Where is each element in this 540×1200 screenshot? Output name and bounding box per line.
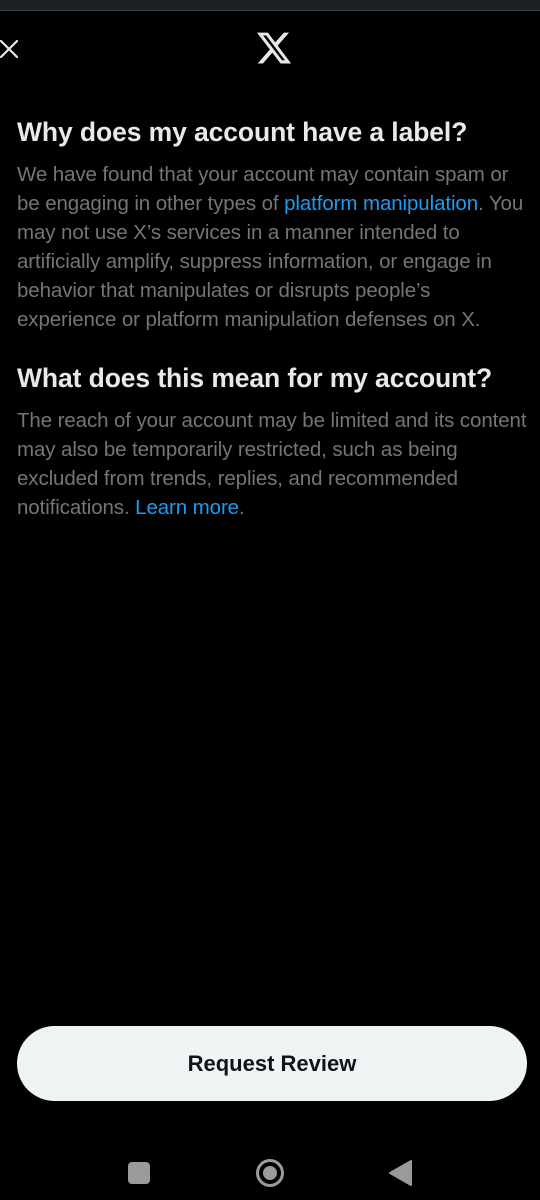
label-explanation: Why does my account have a label? We hav… <box>17 114 529 522</box>
section-heading-meaning: What does this mean for my account? <box>17 363 493 393</box>
platform-manipulation-link[interactable]: platform manipulation <box>284 192 478 215</box>
triangle-back-icon[interactable] <box>387 1159 413 1187</box>
status-bar-strip <box>0 0 540 11</box>
circle-home-icon[interactable] <box>255 1158 285 1188</box>
close-icon <box>0 39 19 59</box>
section-text-why: We have found that your account may cont… <box>17 160 529 334</box>
request-review-button[interactable]: Request Review <box>17 1026 527 1101</box>
x-logo-icon <box>256 32 292 64</box>
learn-more-link[interactable]: Learn more <box>135 496 239 519</box>
meaning-text-start: The reach of your account may be limited… <box>17 409 527 519</box>
square-recents-icon[interactable] <box>128 1162 150 1184</box>
system-nav-bar <box>0 1140 540 1200</box>
section-heading-why: Why does my account have a label? <box>17 117 468 147</box>
close-button[interactable] <box>0 36 24 62</box>
meaning-text-end: . <box>239 496 245 519</box>
section-text-meaning: The reach of your account may be limited… <box>17 406 529 522</box>
